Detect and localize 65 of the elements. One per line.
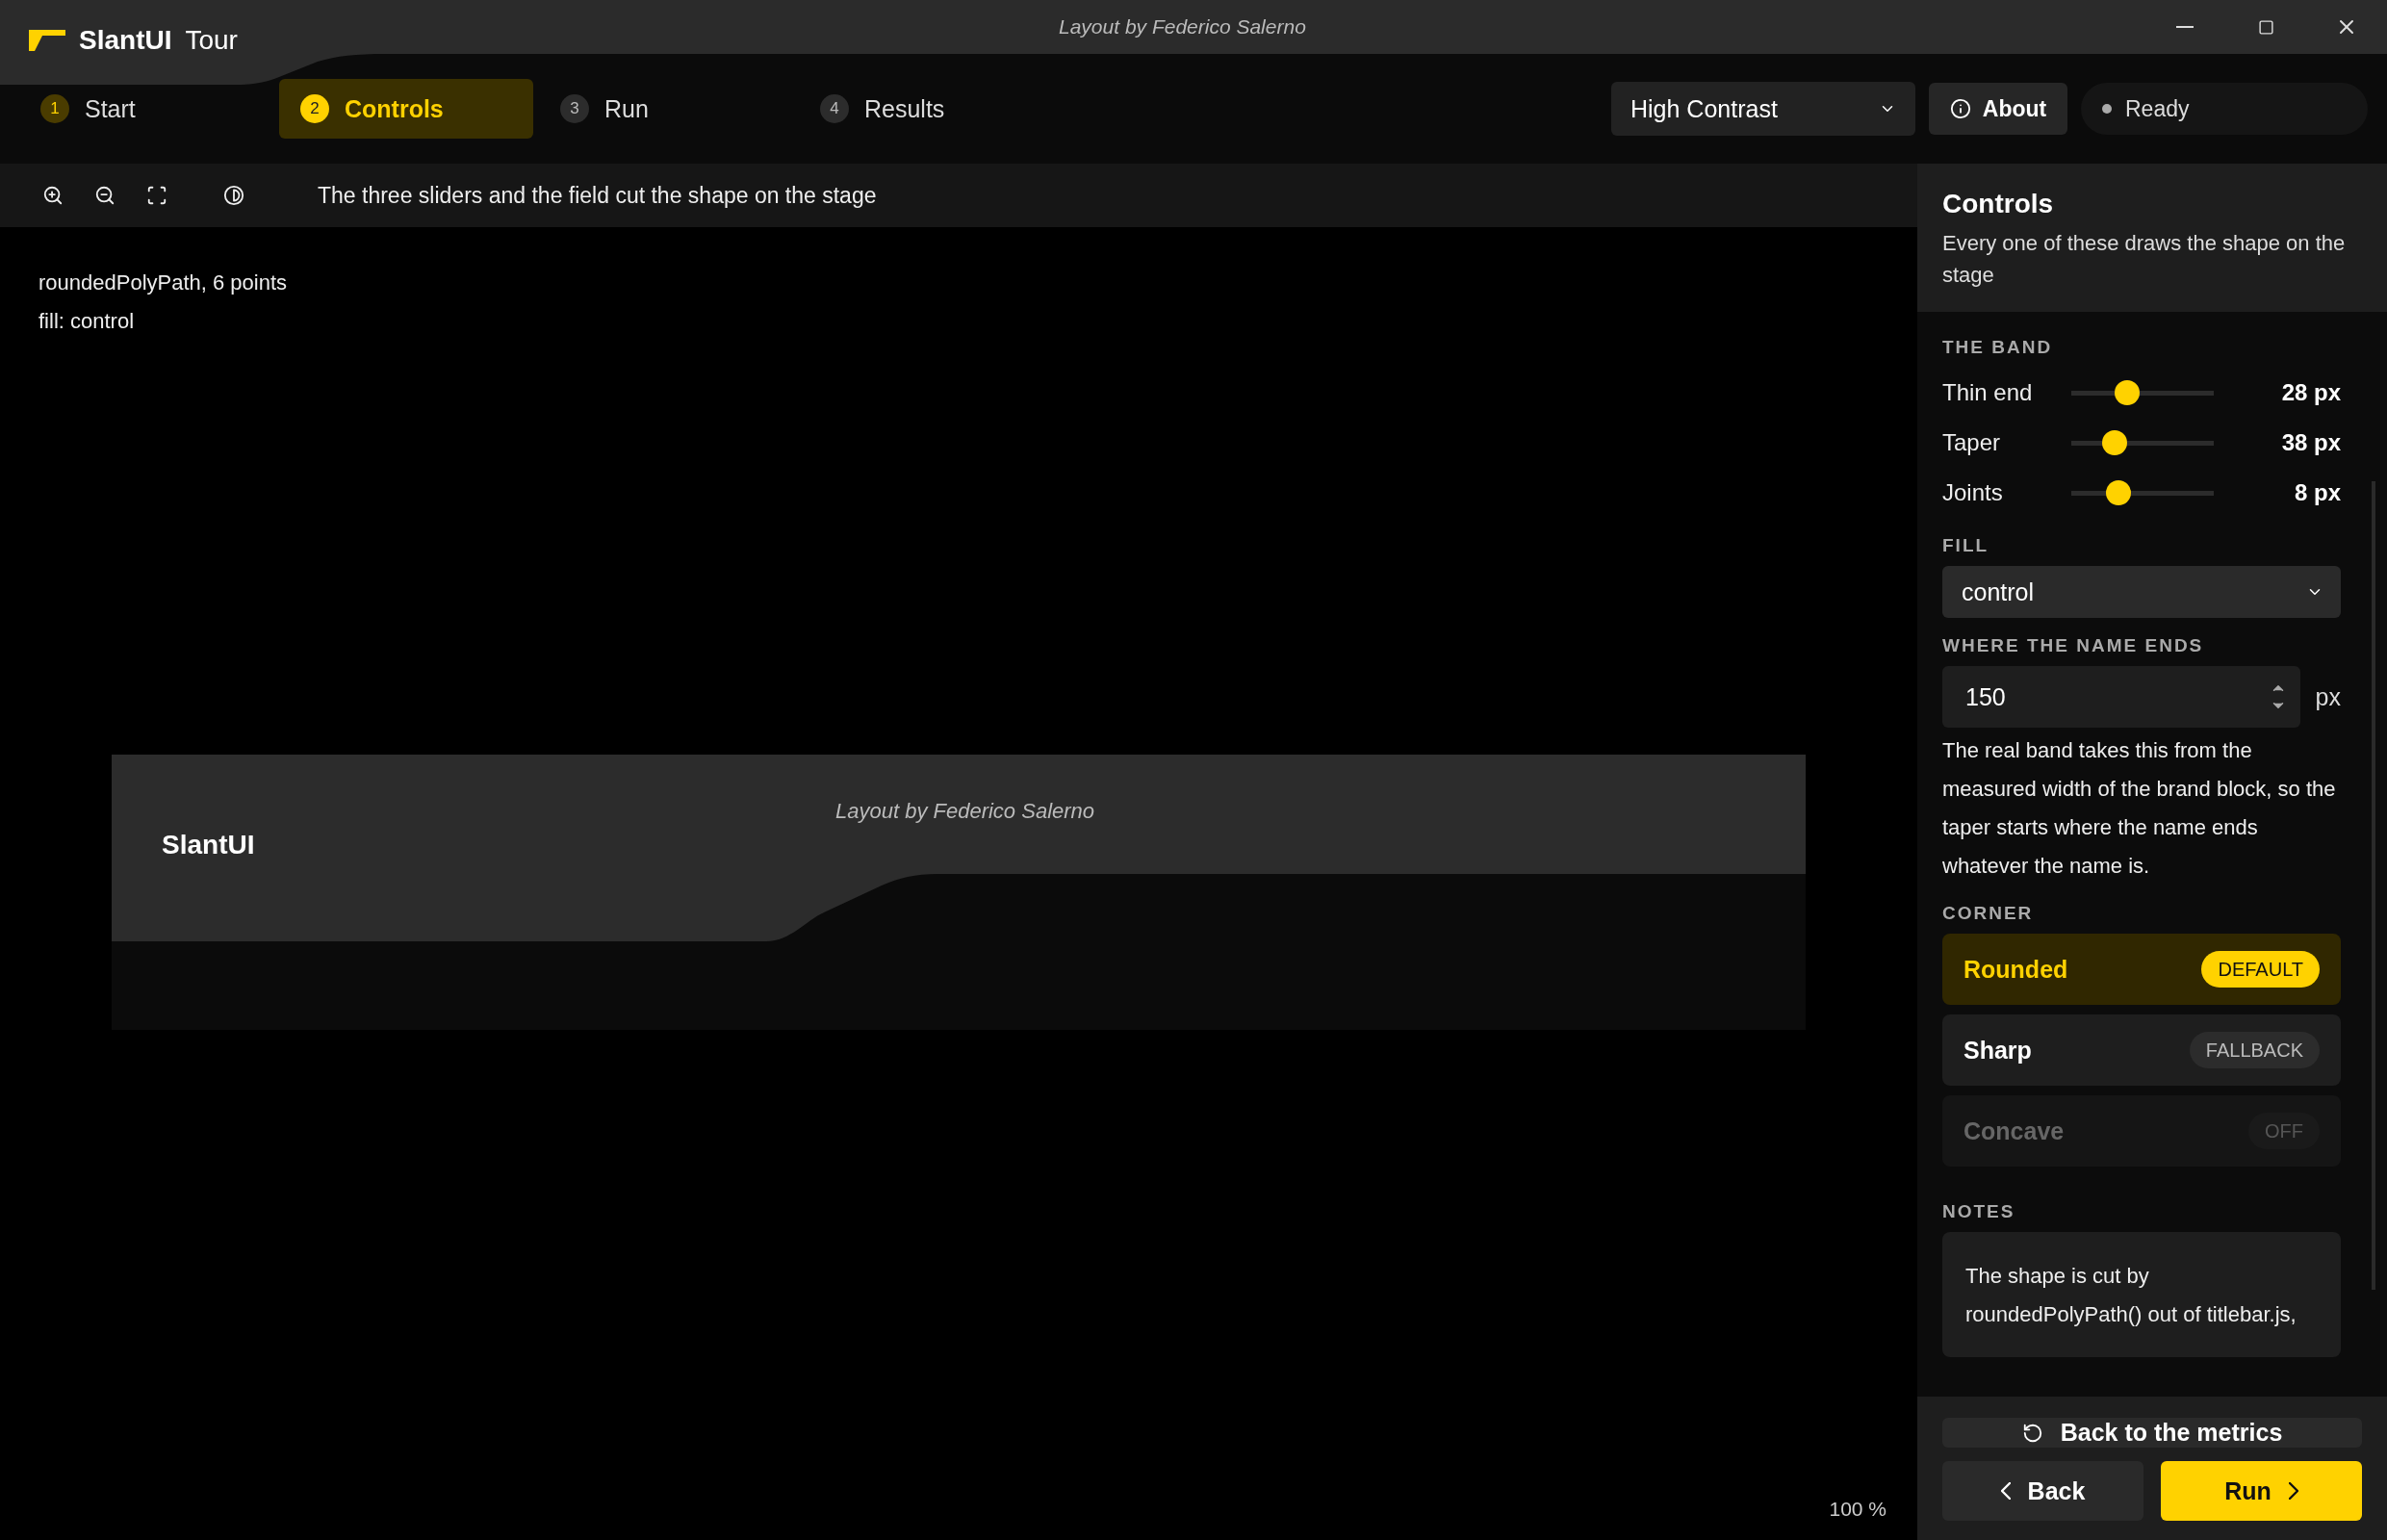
step-label: Run	[604, 94, 649, 123]
back-button[interactable]: Back	[1942, 1461, 2143, 1521]
run-button[interactable]: Run	[2161, 1461, 2362, 1521]
zoom-in-icon	[42, 185, 64, 206]
step-number: 3	[560, 94, 589, 123]
brand-name: SlantUI	[79, 25, 172, 56]
chevron-left-icon	[2000, 1482, 2011, 1500]
step-tab[interactable]: 1 Start	[19, 79, 273, 139]
status-label: Ready	[2125, 95, 2190, 122]
notes-text: The shape is cut by roundedPolyPath() out of titlebar.js,	[1942, 1232, 2341, 1357]
reset-icon	[2021, 1422, 2043, 1444]
slider-reading: 38 px	[2280, 429, 2341, 456]
contrast-icon	[223, 185, 244, 206]
step-label: Start	[85, 94, 136, 123]
stage-info: fill: control	[38, 308, 136, 335]
slider-label: Taper	[1942, 429, 2002, 456]
section-heading: FILL	[1942, 535, 1990, 556]
logo-icon	[29, 30, 65, 51]
status-dot	[2102, 104, 2112, 114]
slider-thumb[interactable]	[2114, 380, 2140, 405]
panel-title: Controls	[1942, 189, 2055, 219]
theme-select[interactable]: High Contrast	[1611, 82, 1915, 136]
slider-reading: 28 px	[2280, 379, 2341, 406]
chevron-right-icon	[2288, 1482, 2298, 1500]
number-field[interactable]: 150	[1942, 666, 2300, 728]
help-text: The real band takes this from the measured width of the brand block, so the taper starts where the name ends whatever the name is.	[1942, 737, 2337, 880]
step-label: Results	[864, 94, 945, 123]
step-tab[interactable]: 2 Controls	[279, 79, 533, 139]
corner-option[interactable]: Sharp FALLBACK	[1942, 1014, 2341, 1086]
step-label: Controls	[345, 94, 444, 123]
section-heading: NOTES	[1942, 1201, 2016, 1222]
toolbar-caption: The three sliders and the field cut the shape on the stage	[318, 182, 877, 209]
info-icon	[1949, 98, 1971, 119]
slider-reading: 8 px	[2293, 479, 2341, 506]
unit-label: px	[2315, 682, 2341, 711]
section-heading: WHERE THE NAME ENDS	[1942, 635, 2205, 656]
minimize-icon	[2176, 26, 2194, 28]
about-button[interactable]: About	[1929, 83, 2067, 135]
option-badge: DEFAULT	[2201, 951, 2320, 988]
maximize-icon	[2257, 18, 2274, 36]
zoom-level: 100 %	[1829, 1498, 1886, 1521]
fit-screen-icon	[146, 185, 167, 206]
panel-description: Every one of these draws the shape on the stage	[1942, 230, 2347, 289]
corner-option[interactable]: Rounded DEFAULT	[1942, 934, 2341, 1005]
window-subtitle: Layout by Federico Salerno	[1059, 14, 1307, 38]
option-badge: OFF	[2248, 1113, 2320, 1149]
step-number: 1	[40, 94, 69, 123]
preview-subtitle: Layout by Federico Salerno	[835, 799, 1095, 824]
step-number: 2	[300, 94, 329, 123]
slider-label: Thin end	[1942, 379, 2034, 406]
slider-label: Joints	[1942, 479, 2004, 506]
section-heading: THE BAND	[1942, 337, 2054, 358]
step-tab[interactable]: 4 Results	[799, 79, 1053, 139]
step-number: 4	[820, 94, 849, 123]
preview-brand: SlantUI	[162, 830, 255, 860]
step-tab[interactable]: 3 Run	[539, 79, 793, 139]
fill-select[interactable]: control	[1942, 566, 2341, 618]
section-heading: CORNER	[1942, 903, 2035, 924]
reset-button[interactable]: Back to the metrics	[1942, 1418, 2362, 1448]
stage-info: roundedPolyPath, 6 points	[38, 270, 289, 296]
slider-thumb[interactable]	[2105, 480, 2131, 505]
app-name: Tour	[185, 25, 238, 56]
slider-thumb[interactable]	[2101, 430, 2127, 455]
zoom-out-icon	[94, 185, 116, 206]
option-badge: FALLBACK	[2189, 1032, 2320, 1068]
